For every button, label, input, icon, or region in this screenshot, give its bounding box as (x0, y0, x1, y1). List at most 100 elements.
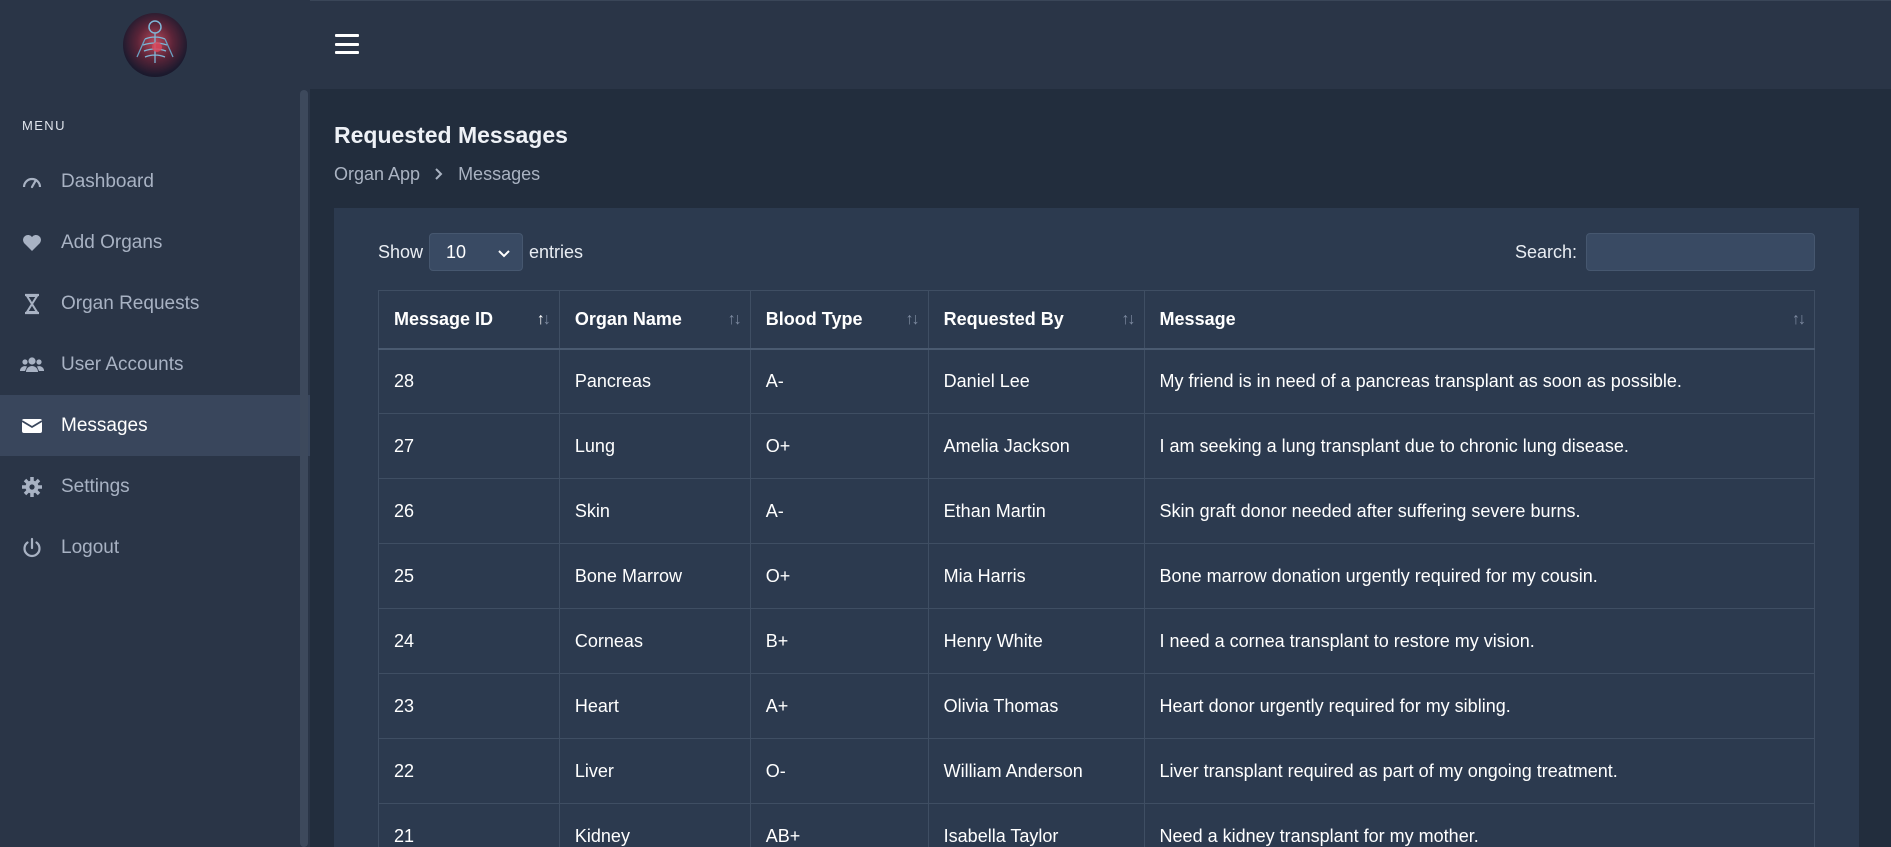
cell-message-id: 22 (378, 738, 560, 804)
cell-requested-by: William Anderson (927, 738, 1145, 804)
search-input[interactable] (1586, 233, 1815, 271)
search-label: Search: (1514, 241, 1577, 262)
cell-requested-by: Ethan Martin (927, 478, 1145, 544)
cell-organ-name: Bone Marrow (558, 543, 751, 609)
cell-message: Heart donor urgently required for my sib… (1143, 673, 1816, 739)
cell-message-id: 28 (378, 348, 560, 414)
cell-message: Skin graft donor needed after suffering … (1143, 478, 1816, 544)
cell-organ-name: Corneas (558, 608, 751, 674)
menu-heading: MENU (22, 118, 66, 133)
chevron-right-icon (434, 167, 444, 183)
table-row: 21 Kidney AB+ Isabella Taylor Need a kid… (378, 803, 1816, 847)
gauge-icon (20, 170, 44, 194)
table-row: 23 Heart A+ Olivia Thomas Heart donor ur… (378, 673, 1816, 739)
search-control: Search: (1515, 233, 1815, 271)
menu-toggle-icon[interactable] (335, 34, 359, 54)
cell-organ-name: Skin (558, 478, 751, 544)
table-row: 26 Skin A- Ethan Martin Skin graft donor… (378, 478, 1816, 544)
cell-blood-type: A- (749, 478, 929, 544)
sidebar-item-logout[interactable]: Logout (0, 517, 310, 578)
table-row: 25 Bone Marrow O+ Mia Harris Bone marrow… (378, 543, 1816, 609)
column-header-label: Organ Name (574, 308, 682, 329)
sort-icon: ↑↓ (1121, 311, 1136, 328)
cell-organ-name: Lung (558, 413, 751, 479)
power-icon (20, 536, 44, 560)
app-logo[interactable] (123, 13, 187, 77)
sidebar-item-user-accounts[interactable]: User Accounts (0, 334, 310, 395)
entries-select-value: 10 (446, 241, 467, 262)
table-row: 27 Lung O+ Amelia Jackson I am seeking a… (378, 413, 1816, 479)
sidebar-scrollbar[interactable] (300, 90, 308, 847)
cell-message-id: 21 (378, 803, 560, 847)
cell-message: Liver transplant required as part of my … (1143, 738, 1816, 804)
topbar (310, 0, 1891, 89)
cell-organ-name: Liver (558, 738, 751, 804)
menu-list: Dashboard Add Organs Organ Requests User… (0, 151, 310, 578)
sidebar: MENU Dashboard Add Organs Organ Requests… (0, 0, 310, 847)
table-row: 24 Corneas B+ Henry White I need a corne… (378, 608, 1816, 674)
cell-requested-by: Daniel Lee (927, 348, 1145, 414)
cell-organ-name: Kidney (558, 803, 751, 847)
messages-card: Show 10 entries Search: Message ID ↑↓ Or… (334, 208, 1859, 847)
users-icon (20, 353, 44, 377)
sidebar-item-label: Add Organs (61, 231, 163, 253)
cell-requested-by: Isabella Taylor (927, 803, 1145, 847)
sidebar-item-dashboard[interactable]: Dashboard (0, 151, 310, 212)
table-row: 28 Pancreas A- Daniel Lee My friend is i… (378, 348, 1816, 414)
cell-blood-type: B+ (749, 608, 929, 674)
sidebar-item-label: Settings (61, 475, 130, 497)
sidebar-item-messages[interactable]: Messages (0, 395, 310, 456)
entries-select[interactable]: 10 (429, 233, 524, 271)
envelope-icon (20, 414, 44, 438)
breadcrumb-item-organ-app[interactable]: Organ App (334, 164, 420, 185)
cell-message: My friend is in need of a pancreas trans… (1143, 348, 1816, 414)
sidebar-item-organ-requests[interactable]: Organ Requests (0, 273, 310, 334)
cell-message: I am seeking a lung transplant due to ch… (1143, 413, 1816, 479)
cell-blood-type: A- (749, 348, 929, 414)
column-header-label: Message ID (394, 308, 494, 329)
sidebar-item-label: Logout (61, 536, 120, 558)
cell-message-id: 25 (378, 543, 560, 609)
hourglass-icon (20, 292, 44, 316)
cell-requested-by: Henry White (927, 608, 1145, 674)
cell-message-id: 24 (378, 608, 560, 674)
cell-organ-name: Pancreas (558, 348, 751, 414)
cell-message-id: 23 (378, 673, 560, 739)
cell-requested-by: Amelia Jackson (927, 413, 1145, 479)
column-header-organ-name[interactable]: Organ Name ↑↓ (558, 290, 751, 350)
page-title: Requested Messages (334, 122, 568, 148)
entries-control: Show 10 entries (378, 233, 583, 271)
column-header-message-id[interactable]: Message ID ↑↓ (378, 290, 560, 350)
cell-blood-type: O+ (749, 543, 929, 609)
cell-requested-by: Olivia Thomas (927, 673, 1145, 739)
table-row: 22 Liver O- William Anderson Liver trans… (378, 738, 1816, 804)
cell-message: Bone marrow donation urgently required f… (1143, 543, 1816, 609)
cell-message: Need a kidney transplant for my mother. (1143, 803, 1816, 847)
sidebar-item-label: User Accounts (61, 353, 184, 375)
sidebar-item-label: Dashboard (61, 170, 154, 192)
sort-icon: ↑↓ (727, 311, 742, 328)
sidebar-item-label: Organ Requests (61, 292, 200, 314)
column-header-blood-type[interactable]: Blood Type ↑↓ (749, 290, 929, 350)
column-header-label: Blood Type (765, 308, 863, 329)
cell-blood-type: AB+ (749, 803, 929, 847)
cell-blood-type: A+ (749, 673, 929, 739)
cell-blood-type: O+ (749, 413, 929, 479)
sort-icon: ↑↓ (536, 311, 551, 328)
messages-table: Message ID ↑↓ Organ Name ↑↓ Blood Type ↑… (378, 290, 1816, 847)
column-header-requested-by[interactable]: Requested By ↑↓ (927, 290, 1145, 350)
show-label: Show (378, 241, 424, 262)
sort-icon: ↑↓ (1792, 311, 1806, 328)
cell-blood-type: O- (749, 738, 929, 804)
column-header-label: Message (1159, 308, 1236, 329)
column-header-message[interactable]: Message ↑↓ (1143, 290, 1816, 350)
sidebar-item-settings[interactable]: Settings (0, 456, 310, 517)
sidebar-item-label: Messages (61, 414, 148, 436)
cell-requested-by: Mia Harris (927, 543, 1145, 609)
breadcrumb: Organ App Messages (334, 164, 540, 185)
cell-message: I need a cornea transplant to restore my… (1143, 608, 1816, 674)
sidebar-item-add-organs[interactable]: Add Organs (0, 212, 310, 273)
entries-label: entries (529, 241, 584, 262)
cell-message-id: 26 (378, 478, 560, 544)
column-header-label: Requested By (943, 308, 1064, 329)
